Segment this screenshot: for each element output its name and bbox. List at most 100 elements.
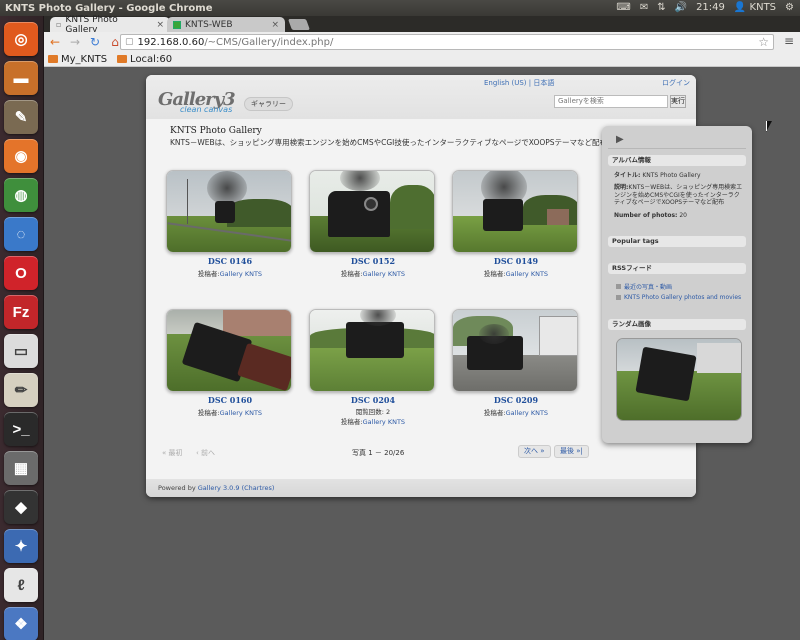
photo-owner: 投稿者:Gallery KNTS	[166, 268, 294, 278]
launcher-gimp-icon[interactable]: ✎	[4, 100, 38, 134]
page-favicon-icon: ▫	[56, 20, 62, 29]
photo-title-link[interactable]: DSC 0204	[309, 395, 437, 405]
photo-owner: 投稿者:Gallery KNTS	[452, 268, 580, 278]
title-label: タイトル:	[614, 172, 641, 179]
launcher-terminal-icon[interactable]: >_	[4, 412, 38, 446]
photo-item: DSC 0146 投稿者:Gallery KNTS	[166, 170, 294, 278]
launcher-libreoffice-icon[interactable]: ▭	[4, 334, 38, 368]
photo-title-link[interactable]: DSC 0209	[452, 395, 580, 405]
gallery-search-input[interactable]: Galleryを検索	[554, 95, 668, 108]
reload-icon[interactable]: ↻	[88, 35, 102, 49]
network-icon[interactable]: ⇅	[657, 0, 665, 16]
launcher-libreoffice-writer-icon[interactable]: ℓ	[4, 568, 38, 602]
owner-link[interactable]: Gallery KNTS	[220, 270, 262, 278]
photo-thumbnail[interactable]	[452, 170, 578, 253]
photo-thumbnail[interactable]	[309, 309, 435, 392]
launcher-text-editor-icon[interactable]: ✏	[4, 373, 38, 407]
chrome-menu-icon[interactable]: ≡	[784, 34, 794, 48]
album-info-header: アルバム情報	[608, 155, 746, 166]
album-info-photo-count: Number of photos: 20	[614, 212, 744, 220]
photo-owner: 投稿者:Gallery KNTS	[309, 268, 437, 278]
view-count: 閲覧回数: 2	[355, 408, 391, 416]
clock[interactable]: 21:49	[696, 0, 725, 16]
rss-icon	[616, 295, 621, 300]
launcher-firefox-icon[interactable]: ◉	[4, 139, 38, 173]
owner-label: 投稿者:	[340, 270, 363, 278]
folder-icon	[117, 55, 128, 63]
mouse-pointer	[766, 121, 772, 132]
owner-link[interactable]: Gallery KNTS	[506, 270, 548, 278]
launcher-ubuntu-dash-icon[interactable]: ◎	[4, 22, 38, 56]
photo-thumbnail[interactable]	[309, 170, 435, 253]
launcher-opera-icon[interactable]: O	[4, 256, 38, 290]
user-menu[interactable]: 👤 KNTS	[734, 0, 776, 16]
indicator-area: ⌨ ✉ ⇅ 🔊 21:49 👤 KNTS ⚙	[616, 0, 800, 16]
launcher-filezilla-icon[interactable]: Fz	[4, 295, 38, 329]
owner-label: 投稿者:	[483, 409, 506, 417]
photo-title-link[interactable]: DSC 0160	[166, 395, 294, 405]
owner-link[interactable]: Gallery KNTS	[220, 409, 262, 417]
search-submit-button[interactable]: 実行	[670, 95, 686, 108]
volume-icon[interactable]: 🔊	[675, 0, 687, 16]
slideshow-play-icon[interactable]: ▶	[616, 134, 624, 145]
launcher-calculator-icon[interactable]: ▦	[4, 451, 38, 485]
tab-knts-photo-gallery[interactable]: ▫ KNTS Photo Gallery ×	[50, 15, 170, 35]
logo-subtitle: clean canvas	[180, 105, 233, 114]
login-link[interactable]: ログイン	[662, 78, 690, 88]
bookmark-my-knts[interactable]: My_KNTS	[48, 54, 107, 65]
random-image-header: ランダム画像	[608, 319, 746, 330]
photo-owner: 投稿者:Gallery KNTS	[309, 416, 437, 426]
rss-album-link[interactable]: KNTS Photo Gallery photos and movies	[616, 294, 741, 301]
settings-gear-icon[interactable]: ⚙	[785, 0, 794, 16]
launcher-chromium-icon[interactable]: ◌	[4, 217, 38, 251]
launcher-software-center-icon[interactable]: ❖	[4, 607, 38, 640]
url-path: /~CMS/Gallery/index.php/	[204, 36, 334, 48]
tab-close-icon[interactable]: ×	[156, 20, 164, 30]
gallery-version-link[interactable]: Gallery 3.0.9 (Chartres)	[198, 484, 275, 492]
chrome-window: ▫ KNTS Photo Gallery × KNTS-WEB × ← → ↻ …	[44, 15, 800, 640]
mail-icon[interactable]: ✉	[640, 0, 648, 16]
bookmark-label: Local:60	[130, 53, 173, 65]
gallery-logo[interactable]: Gallery3 clean canvas	[158, 89, 238, 115]
address-bar[interactable]: ▢ 192.168.0.60/~CMS/Gallery/index.php/ ☆	[120, 34, 774, 50]
random-image[interactable]	[616, 338, 742, 421]
tab-knts-web[interactable]: KNTS-WEB ×	[167, 17, 285, 32]
launcher-files-icon[interactable]: ▬	[4, 61, 38, 95]
bookmark-star-icon[interactable]: ☆	[758, 35, 769, 49]
unity-launcher: ◎ ▬ ✎ ◉ ◍ ◌ O Fz ▭ ✏ >_ ▦ ◆ ✦ ℓ ❖	[0, 16, 44, 640]
forward-arrow-icon[interactable]: →	[68, 35, 82, 49]
footer-prefix: Powered by	[158, 484, 198, 492]
rss-icon	[616, 284, 621, 289]
owner-link[interactable]: Gallery KNTS	[506, 409, 548, 417]
photos-label: Number of photos:	[614, 212, 678, 219]
pager-prev: ‹ 前へ	[196, 449, 216, 457]
breadcrumb[interactable]: ギャラリー	[244, 97, 293, 111]
photo-title-link[interactable]: DSC 0146	[166, 256, 294, 266]
pager-next-button[interactable]: 次へ »	[518, 445, 551, 458]
photo-thumbnail[interactable]	[166, 170, 292, 253]
owner-link[interactable]: Gallery KNTS	[363, 270, 405, 278]
window-title: KNTS Photo Gallery - Google Chrome	[5, 2, 213, 14]
owner-label: 投稿者:	[340, 418, 363, 426]
pager-last-button[interactable]: 最後 »|	[554, 445, 589, 458]
tab-close-icon[interactable]: ×	[271, 20, 279, 30]
tab-label: KNTS-WEB	[185, 19, 233, 30]
keyboard-icon[interactable]: ⌨	[616, 0, 630, 16]
back-arrow-icon[interactable]: ←	[48, 35, 62, 49]
language-selector[interactable]: English (US) | 日本語	[484, 78, 554, 88]
owner-link[interactable]: Gallery KNTS	[363, 418, 405, 426]
page-icon: ▢	[125, 37, 134, 47]
photo-item: DSC 0149 投稿者:Gallery KNTS	[452, 170, 580, 278]
launcher-chrome-icon[interactable]: ◍	[4, 178, 38, 212]
photo-title-link[interactable]: DSC 0149	[452, 256, 580, 266]
photo-thumbnail[interactable]	[166, 309, 292, 392]
photo-thumbnail[interactable]	[452, 309, 578, 392]
new-tab-button[interactable]	[287, 19, 311, 30]
photo-title-link[interactable]: DSC 0152	[309, 256, 437, 266]
rss-recent-link[interactable]: 最近の写真・動画	[616, 282, 672, 291]
launcher-thunderbird-icon[interactable]: ✦	[4, 529, 38, 563]
photos-value: 20	[679, 212, 687, 219]
bookmark-local-60[interactable]: Local:60	[117, 54, 172, 65]
album-info-description: 説明:KNTS－WEBは、ショッピング専用検索エンジンを始めCMSやCGIを使っ…	[614, 184, 744, 207]
launcher-inkscape-icon[interactable]: ◆	[4, 490, 38, 524]
